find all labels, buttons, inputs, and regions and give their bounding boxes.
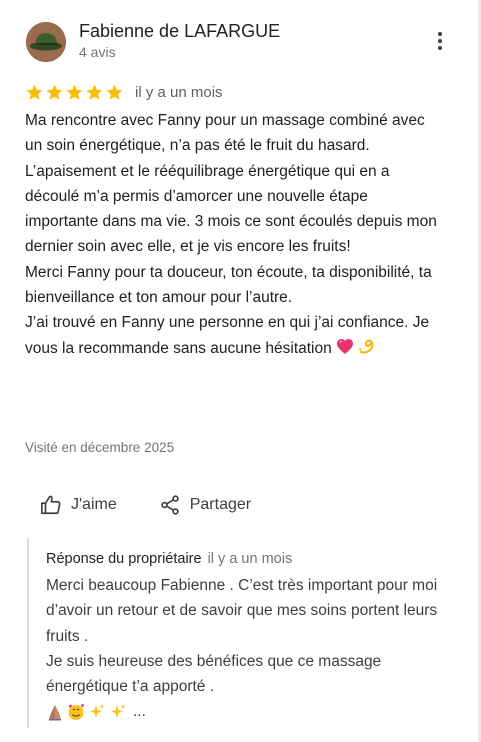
review-time: il y a un mois [135, 83, 223, 101]
star-rating [25, 83, 125, 102]
share-icon [161, 495, 179, 515]
smiling-face-with-hearts-emoji-icon [68, 704, 84, 720]
green-hat-icon [26, 22, 66, 62]
star-icon [26, 84, 43, 100]
review-paragraph: J’ai trouvé en Fanny une personne en qui… [25, 310, 445, 363]
owner-reply-paragraph: Merci beaucoup Fabienne . C’est très imp… [46, 577, 438, 645]
like-button[interactable]: J'aime [40, 494, 117, 516]
sparkles-emoji-icon [90, 703, 105, 718]
reviewer-name[interactable]: Fabienne de LAFARGUE [79, 21, 280, 42]
more-vert-icon[interactable] [430, 30, 450, 54]
review-actions: J'aime Partager [40, 492, 251, 518]
review-card: Fabienne de LAFARGUE 4 avis il y a un mo… [0, 0, 481, 742]
review-text: Ma rencontre avec Fanny pour un massage … [25, 108, 445, 363]
praying-hands-emoji-icon [49, 704, 61, 721]
star-icon [106, 84, 123, 100]
share-button[interactable]: Partager [159, 494, 251, 516]
reviewer-header: Fabienne de LAFARGUE 4 avis [26, 20, 456, 64]
more-text-ellipsis[interactable]: ... [133, 699, 146, 724]
owner-reply-paragraph: Je suis heureuse des bénéfices que ce ma… [46, 652, 382, 696]
rating-row: il y a un mois [25, 82, 223, 102]
share-label: Partager [189, 496, 252, 513]
heart-emoji-icon [336, 338, 354, 363]
review-paragraph: Ma rencontre avec Fanny pour un massage … [25, 112, 437, 256]
reviewer-review-count[interactable]: 4 avis [79, 44, 116, 60]
thumb-up-icon [41, 495, 61, 515]
owner-reply: Réponse du propriétaire il y a un mois Me… [27, 538, 459, 728]
dizzy-emoji-icon [358, 338, 376, 363]
review-paragraph: Merci Fanny pour ta douceur, ton écoute,… [25, 263, 432, 307]
owner-reply-text: Merci beaucoup Fabienne . C’est très imp… [46, 573, 446, 724]
star-icon [86, 84, 103, 100]
like-label: J'aime [71, 496, 117, 513]
avatar[interactable] [26, 22, 66, 62]
visited-date: Visité en décembre 2025 [25, 440, 175, 455]
owner-reply-time: il y a un mois [207, 551, 293, 567]
owner-reply-header: Réponse du propriétaire il y a un mois [46, 551, 292, 567]
owner-reply-emojis: ... [46, 699, 446, 724]
star-icon [46, 84, 63, 100]
sparkles-emoji-icon [111, 703, 126, 718]
star-icon [66, 84, 83, 100]
owner-reply-label: Réponse du propriétaire [46, 551, 202, 567]
